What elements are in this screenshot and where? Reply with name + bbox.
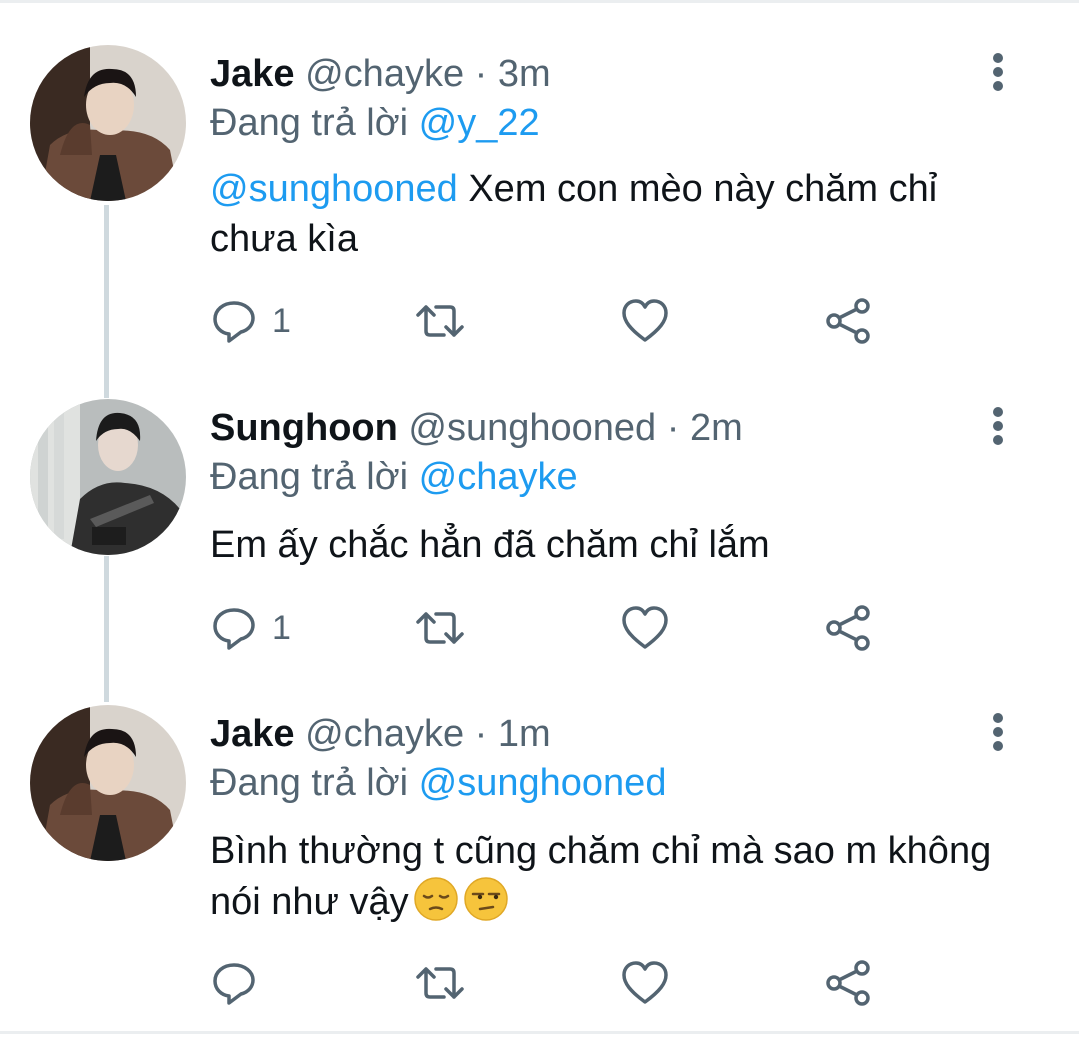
like-icon	[622, 606, 668, 649]
share-button[interactable]	[824, 296, 874, 346]
more-icon[interactable]	[984, 406, 1012, 446]
retweet-icon	[416, 612, 464, 644]
share-button[interactable]	[824, 958, 874, 1008]
reply-count: 1	[272, 608, 291, 647]
tweet-text-body: Bình thường t cũng chăm chỉ mà sao m khô…	[210, 830, 992, 923]
like-button[interactable]	[620, 958, 670, 1008]
tweet[interactable]: Jake @chayke · 1m Đang trả lời @sunghoon…	[0, 660, 1079, 1006]
separator-dot: ·	[474, 53, 488, 95]
user-handle[interactable]: @chayke	[305, 713, 464, 755]
tweet-text: Em ấy chắc hẳn đã chăm chỉ lắm	[210, 520, 1030, 570]
action-bar: 1	[210, 296, 910, 346]
tweet-text-body: Em ấy chắc hẳn đã chăm chỉ lắm	[210, 524, 770, 566]
replying-to-label: Đang trả lời	[210, 762, 409, 804]
user-handle[interactable]: @chayke	[305, 53, 464, 95]
replying-to-label: Đang trả lời	[210, 102, 409, 144]
display-name[interactable]: Jake	[210, 713, 295, 755]
action-bar	[210, 958, 910, 1008]
tweet[interactable]: Sunghoon @sunghooned · 2m Đang trả lời @…	[0, 354, 1079, 660]
timestamp[interactable]: 3m	[498, 53, 551, 95]
share-icon	[826, 298, 870, 344]
retweet-icon	[416, 305, 464, 337]
display-name[interactable]: Jake	[210, 53, 295, 95]
bottom-divider	[0, 1031, 1079, 1034]
replying-to: Đang trả lời @y_22	[210, 101, 540, 145]
user-handle[interactable]: @sunghooned	[408, 407, 656, 449]
like-icon	[622, 299, 668, 342]
more-icon[interactable]	[984, 52, 1012, 92]
like-button[interactable]	[620, 603, 670, 653]
separator-dot: ·	[666, 407, 680, 449]
reply-icon	[213, 963, 255, 1005]
retweet-icon	[416, 967, 464, 999]
share-icon	[826, 605, 870, 651]
unamused-face-icon	[463, 876, 509, 935]
mention-link[interactable]: @sunghooned	[210, 168, 458, 210]
retweet-button[interactable]	[410, 296, 470, 346]
reply-icon	[213, 301, 255, 343]
replying-to: Đang trả lời @chayke	[210, 455, 578, 499]
retweet-button[interactable]	[410, 603, 470, 653]
pensive-face-icon	[413, 876, 459, 935]
action-bar: 1	[210, 603, 910, 653]
reply-to-link[interactable]: @y_22	[419, 102, 540, 144]
reply-button[interactable]	[210, 958, 272, 1008]
like-button[interactable]	[620, 296, 670, 346]
reply-to-link[interactable]: @sunghooned	[419, 762, 667, 804]
retweet-button[interactable]	[410, 958, 470, 1008]
timestamp[interactable]: 1m	[498, 713, 551, 755]
more-icon[interactable]	[984, 712, 1012, 752]
tweet-header: Jake @chayke · 3m	[210, 52, 551, 96]
share-button[interactable]	[824, 603, 874, 653]
tweet-header: Sunghoon @sunghooned · 2m	[210, 406, 743, 450]
replying-to-label: Đang trả lời	[210, 456, 409, 498]
reply-button[interactable]: 1	[210, 296, 291, 346]
share-icon	[826, 960, 870, 1006]
like-icon	[622, 961, 668, 1004]
reply-to-link[interactable]: @chayke	[419, 456, 578, 498]
avatar[interactable]	[30, 45, 186, 201]
reply-button[interactable]: 1	[210, 603, 291, 653]
tweet-header: Jake @chayke · 1m	[210, 712, 551, 756]
replying-to: Đang trả lời @sunghooned	[210, 761, 666, 805]
avatar[interactable]	[30, 705, 186, 861]
tweet[interactable]: Jake @chayke · 3m Đang trả lời @y_22 @su…	[0, 0, 1079, 344]
reply-icon	[213, 608, 255, 650]
timestamp[interactable]: 2m	[690, 407, 743, 449]
reply-count: 1	[272, 301, 291, 340]
avatar[interactable]	[30, 399, 186, 555]
separator-dot: ·	[474, 713, 488, 755]
display-name[interactable]: Sunghoon	[210, 407, 398, 449]
tweet-text: @sunghooned Xem con mèo này chăm chỉ chư…	[210, 164, 1030, 264]
tweet-text: Bình thường t cũng chăm chỉ mà sao m khô…	[210, 826, 1030, 935]
